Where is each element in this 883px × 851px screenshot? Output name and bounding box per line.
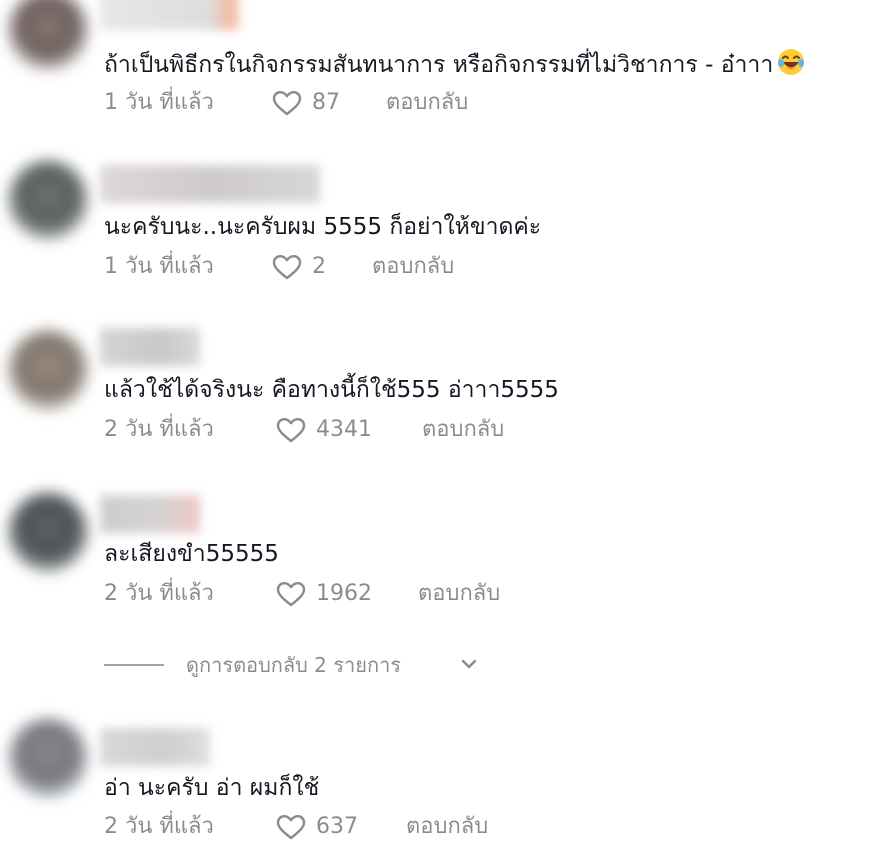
avatar[interactable] [8,330,88,410]
heart-outline-icon[interactable] [272,254,302,280]
timestamp: 1 วัน ที่แล้ว [104,254,214,279]
comment-text: นะครับนะ..นะครับผม 5555 ก็อย่าให้ขาดค่ะ [104,212,541,242]
reply-button[interactable]: ตอบกลับ [372,252,454,282]
reply-button[interactable]: ตอบกลับ [406,812,488,842]
like-count: 87 [312,90,340,115]
chevron-down-icon [461,659,477,669]
heart-outline-icon[interactable] [276,417,306,443]
username-blurred[interactable] [100,328,200,366]
divider-line [104,664,164,666]
heart-outline-icon[interactable] [276,814,306,840]
reply-button[interactable]: ตอบกลับ [422,415,504,445]
like-count: 637 [316,814,358,839]
avatar[interactable] [8,718,88,798]
avatar[interactable] [8,160,88,240]
comment-text: อ่า นะครับ อ่า ผมก็ใช้ [104,773,319,803]
comment-text: แล้วใช้ได้จริงนะ คือทางนี้ก็ใช้555 อ่าาา… [104,375,559,405]
view-replies-label: ดูการตอบกลับ 2 รายการ [186,653,402,677]
avatar[interactable] [8,0,88,70]
like-count: 1962 [316,581,372,606]
view-replies-button[interactable]: ดูการตอบกลับ 2 รายการ [104,650,484,680]
username-blurred[interactable] [100,0,240,30]
timestamp: 2 วัน ที่แล้ว [104,417,214,442]
timestamp: 1 วัน ที่แล้ว [104,90,214,115]
comment-text-content: แล้วใช้ได้จริงนะ คือทางนี้ก็ใช้555 อ่าาา… [104,377,559,403]
comment-text-content: ถ้าเป็นพิธีกรในกิจกรรมสันทนาการ หรือกิจก… [104,52,774,78]
comment-text: ถ้าเป็นพิธีกรในกิจกรรมสันทนาการ หรือกิจก… [104,48,805,80]
avatar[interactable] [8,492,88,572]
like-count: 2 [312,254,326,279]
like-count: 4341 [316,417,372,442]
comment-text-content: นะครับนะ..นะครับผม 5555 ก็อย่าให้ขาดค่ะ [104,214,542,240]
timestamp: 2 วัน ที่แล้ว [104,814,214,839]
laughing-tears-emoji [778,49,805,75]
reply-button[interactable]: ตอบกลับ [418,579,500,609]
username-blurred[interactable] [100,728,210,766]
reply-button[interactable]: ตอบกลับ [386,88,468,118]
comment-text: ละเสียงขำ55555 [104,539,279,569]
comment-text-content: ละเสียงขำ55555 [104,541,279,567]
username-blurred[interactable] [100,495,200,533]
username-blurred[interactable] [100,165,320,203]
heart-outline-icon[interactable] [272,90,302,116]
heart-outline-icon[interactable] [276,581,306,607]
timestamp: 2 วัน ที่แล้ว [104,581,214,606]
comment-text-content: อ่า นะครับ อ่า ผมก็ใช้ [104,775,320,801]
